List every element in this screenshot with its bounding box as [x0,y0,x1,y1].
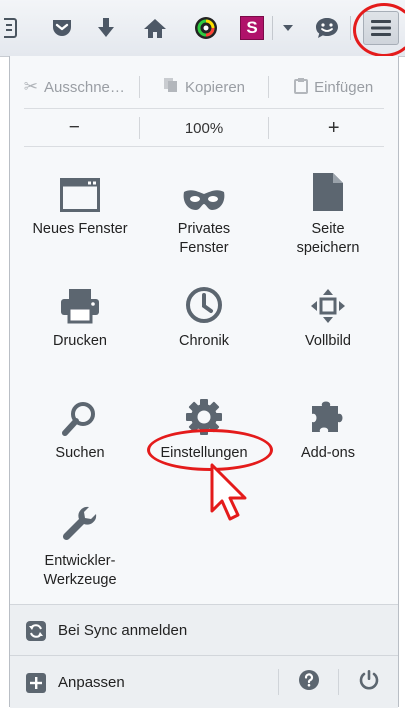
edit-controls: ✂ Ausschne… Kopieren Einfügen [10,66,398,108]
paste-button[interactable]: Einfügen [269,66,398,108]
private-mask-icon [144,164,264,212]
browser-toolbar: S [0,0,405,57]
copy-label: Kopieren [184,78,246,96]
addons-button[interactable]: Add-ons [268,388,388,463]
customize-button[interactable]: Anpassen [10,656,278,708]
copy-button[interactable]: Kopieren [140,66,269,108]
new-window-label: Neues Fenster [32,221,128,237]
home-icon[interactable] [137,0,173,56]
history-button[interactable]: Chronik [144,276,264,351]
toolbar-divider [272,16,273,40]
private-window-button[interactable]: Privates Fenster [144,164,264,258]
print-button[interactable]: Drucken [20,276,140,351]
help-icon [299,669,319,695]
print-label: Drucken [53,333,107,349]
history-label: Chronik [179,333,229,349]
bottom-footer: Anpassen [10,655,398,708]
clipboard-icon [294,77,309,98]
plus-icon [26,673,46,698]
addons-label: Add-ons [300,445,355,461]
developer-tools-button[interactable]: Entwickler-Werkzeuge [20,496,140,590]
cut-button[interactable]: ✂ Ausschne… [10,66,139,108]
zoom-controls: − 100% + [10,112,398,144]
toolbar-divider [350,16,351,40]
help-button[interactable] [280,656,338,708]
zoom-level[interactable]: 100% [140,120,269,137]
save-page-icon [268,164,388,212]
paste-label: Einfügen [314,78,374,96]
private-window-label: Privates Fenster [177,221,231,256]
dropdown-arrow-icon[interactable] [276,0,300,56]
save-page-label: Seite speichern [296,221,360,256]
zoom-separator-top [24,108,384,109]
save-page-button[interactable]: Seite speichern [268,164,388,258]
zoom-out-button[interactable]: − [10,117,139,139]
new-window-button[interactable]: Neues Fenster [20,164,140,239]
search-icon [20,388,140,436]
bookmarks-list-icon[interactable] [0,0,22,56]
printer-icon [20,276,140,324]
customize-label: Anpassen [58,674,125,691]
fullscreen-icon [268,276,388,324]
main-menu-panel: ✂ Ausschne… Kopieren Einfügen − 100% + N… [9,56,399,708]
cut-label: Ausschne… [44,78,125,96]
sync-icon [26,621,46,646]
wrench-icon [20,496,140,544]
mouse-pointer-icon [208,461,250,530]
footer-divider [278,669,279,695]
sync-label: Bei Sync anmelden [58,622,188,639]
color-extension-icon[interactable] [188,0,224,56]
chat-icon[interactable] [310,0,344,56]
copy-icon [163,77,179,97]
downloads-icon[interactable] [90,0,122,56]
footer-divider [338,669,339,695]
s-extension-icon[interactable]: S [236,0,268,56]
sync-footer[interactable]: Bei Sync anmelden [10,604,398,655]
power-icon [358,669,380,696]
zoom-separator-bottom [24,146,384,147]
developer-tools-label: Entwickler-Werkzeuge [43,553,117,588]
pocket-icon[interactable] [46,0,78,56]
fullscreen-button[interactable]: Vollbild [268,276,388,351]
puzzle-icon [268,388,388,436]
s-extension-letter: S [240,16,264,40]
history-clock-icon [144,276,264,324]
scissors-icon: ✂ [23,77,39,96]
quit-button[interactable] [340,656,398,708]
fullscreen-label: Vollbild [305,333,351,349]
search-label: Suchen [55,445,105,461]
search-button[interactable]: Suchen [20,388,140,463]
zoom-in-button[interactable]: + [269,117,398,140]
new-window-icon [20,164,140,212]
